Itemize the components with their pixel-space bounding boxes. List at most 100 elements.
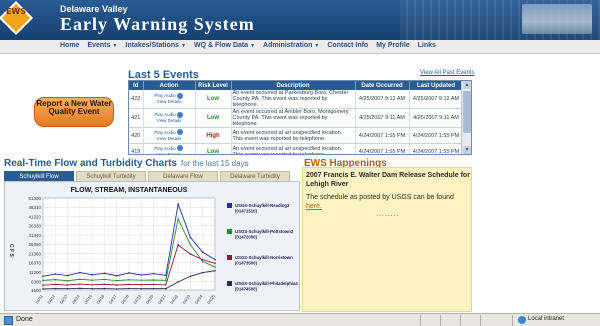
series-point bbox=[201, 251, 204, 254]
event-description: An event occurred at Ambler Boro, Montgo… bbox=[231, 108, 356, 128]
nav-item-links[interactable]: Links bbox=[418, 42, 436, 49]
series-point bbox=[42, 275, 44, 278]
series-point bbox=[91, 279, 93, 281]
tab-schuylkill-turbidity[interactable]: Schuylkill Turbidity bbox=[76, 171, 146, 181]
series-point bbox=[128, 283, 130, 286]
tab-schuylkill-flow[interactable]: Schuylkill Flow bbox=[4, 171, 74, 181]
status-separator bbox=[460, 315, 461, 326]
series-point bbox=[177, 203, 179, 205]
chart-title: FLOW, STREAM, INSTANTANEOUS bbox=[71, 187, 188, 194]
event-actions: Play AudioView Details bbox=[143, 90, 196, 109]
view-details-button[interactable]: View Details bbox=[157, 118, 182, 123]
series-point bbox=[66, 284, 69, 286]
view-all-events-link[interactable]: View All Past Events bbox=[420, 70, 475, 76]
nav-item-events[interactable]: Events ▼ bbox=[87, 42, 117, 49]
status-separator bbox=[440, 315, 441, 326]
x-tick-label: 04/23 bbox=[181, 293, 191, 305]
chart-tabs: Schuylkill Flow Schuylkill Turbidity Delaw… bbox=[4, 171, 290, 181]
series-point bbox=[42, 288, 44, 290]
legend-label: USGS-Schuylkill-Pottstown2 bbox=[235, 229, 294, 234]
series-point bbox=[165, 284, 167, 286]
y-tick-label: 51300 bbox=[28, 196, 41, 201]
legend-label: (01472000) bbox=[235, 235, 258, 240]
x-tick-label: 04/15 bbox=[83, 293, 93, 305]
risk-level: Low bbox=[195, 90, 232, 109]
play-audio-button[interactable]: Play Audio bbox=[154, 112, 175, 117]
nav-item-intakes-stations[interactable]: Intakes/Stations ▼ bbox=[125, 42, 186, 49]
nav-item-contact-info[interactable]: Contact Info bbox=[327, 42, 368, 49]
last-updated: 4/24/2007 1:55 PM bbox=[409, 143, 464, 154]
x-tick-label: 04/14 bbox=[71, 293, 81, 305]
date-occurred: 4/25/2007 9:12 AM bbox=[355, 90, 410, 109]
scroll-thumb[interactable] bbox=[463, 91, 471, 133]
series-point bbox=[201, 271, 204, 274]
y-tick-label: 16370 bbox=[28, 261, 41, 266]
series-point bbox=[201, 260, 204, 263]
view-details-icon[interactable] bbox=[176, 92, 183, 99]
series-point bbox=[79, 278, 81, 281]
flow-title-text: Real-Time Flow and Turbidity Charts bbox=[4, 158, 177, 169]
happenings-link[interactable]: here. bbox=[306, 203, 322, 210]
view-details-button[interactable]: View Details bbox=[157, 152, 182, 154]
series-point bbox=[152, 272, 155, 275]
event-id: 422 bbox=[129, 90, 144, 109]
view-details-icon[interactable] bbox=[176, 129, 183, 136]
risk-level: High bbox=[195, 127, 232, 144]
legend-label: USGS-Schuylkill-Norristown bbox=[235, 255, 293, 260]
nav-label: Home bbox=[60, 42, 80, 49]
series-point bbox=[177, 281, 179, 283]
x-tick-label: 04/19 bbox=[132, 293, 142, 305]
series-point bbox=[54, 287, 57, 290]
report-event-button[interactable]: Report a New Water Quality Event bbox=[34, 97, 114, 127]
play-audio-button[interactable]: Play Audio bbox=[154, 93, 175, 98]
events-header-row: Id Action Risk Level Description Date Oc… bbox=[129, 81, 464, 90]
legend-label: (01474500) bbox=[235, 287, 258, 292]
flow-subtitle: for the last 15 days bbox=[180, 159, 249, 168]
header-photo bbox=[522, 4, 592, 34]
nav-label: Intakes/Stations bbox=[125, 42, 180, 49]
x-tick-label: 04/21 bbox=[157, 293, 167, 305]
view-details-button[interactable]: View Details bbox=[157, 99, 182, 104]
series-point bbox=[214, 258, 216, 261]
x-tick-label: 04/17 bbox=[108, 293, 118, 305]
happenings-text: The schedule as posted by USGS can be fo… bbox=[306, 194, 454, 201]
event-description: An event occurred at an unspecified loca… bbox=[231, 127, 356, 144]
flow-section-title: Real-Time Flow and Turbidity Charts for t… bbox=[4, 158, 249, 169]
nav-item-wq-flow-data[interactable]: WQ & Flow Data ▼ bbox=[194, 42, 255, 49]
series-point bbox=[140, 279, 143, 281]
last-updated: 4/24/2007 1:55 PM bbox=[409, 127, 464, 144]
scroll-down-icon[interactable]: ▼ bbox=[463, 146, 471, 154]
col-last-updated: Last Updated bbox=[409, 81, 464, 90]
play-audio-button[interactable]: Play Audio bbox=[154, 130, 175, 135]
nav-label: Events bbox=[87, 42, 111, 49]
event-description: An event occurred at Parkesburg Boro, Ch… bbox=[231, 90, 356, 109]
x-tick-label: 04/13 bbox=[59, 293, 69, 305]
security-zone: Local intranet bbox=[528, 316, 565, 322]
view-details-icon[interactable] bbox=[176, 111, 183, 118]
series-point bbox=[91, 284, 93, 286]
nav-label: Contact Info bbox=[327, 42, 369, 49]
nav-item-administration[interactable]: Administration ▼ bbox=[263, 42, 319, 49]
view-details-icon[interactable] bbox=[176, 145, 183, 152]
series-point bbox=[177, 218, 179, 220]
status-separator bbox=[512, 315, 513, 326]
nav-item-home[interactable]: Home bbox=[60, 42, 79, 49]
tab-delaware-turbidity[interactable]: Delaware Turbidity bbox=[220, 171, 290, 181]
series-point bbox=[115, 288, 118, 290]
tab-delaware-flow[interactable]: Delaware Flow bbox=[148, 171, 218, 181]
play-audio-button[interactable]: Play Audio bbox=[154, 146, 175, 151]
series-point bbox=[115, 279, 118, 282]
nav-label: Administration bbox=[263, 42, 313, 49]
series-point bbox=[115, 274, 118, 277]
series-point bbox=[128, 272, 130, 274]
nav-item-my-profile[interactable]: My Profile bbox=[376, 42, 409, 49]
view-details-button[interactable]: View Details bbox=[157, 136, 182, 141]
col-date-occurred: Date Occurred bbox=[355, 81, 410, 90]
table-row: 420 Play AudioView Details High An event oc… bbox=[129, 127, 464, 144]
series-point bbox=[189, 236, 192, 239]
nav-label: My Profile bbox=[376, 42, 410, 49]
events-scrollbar[interactable]: ▲ ▼ bbox=[461, 81, 471, 154]
series-point bbox=[66, 279, 69, 282]
scroll-up-icon[interactable]: ▲ bbox=[463, 81, 471, 89]
legend-swatch bbox=[227, 229, 232, 234]
